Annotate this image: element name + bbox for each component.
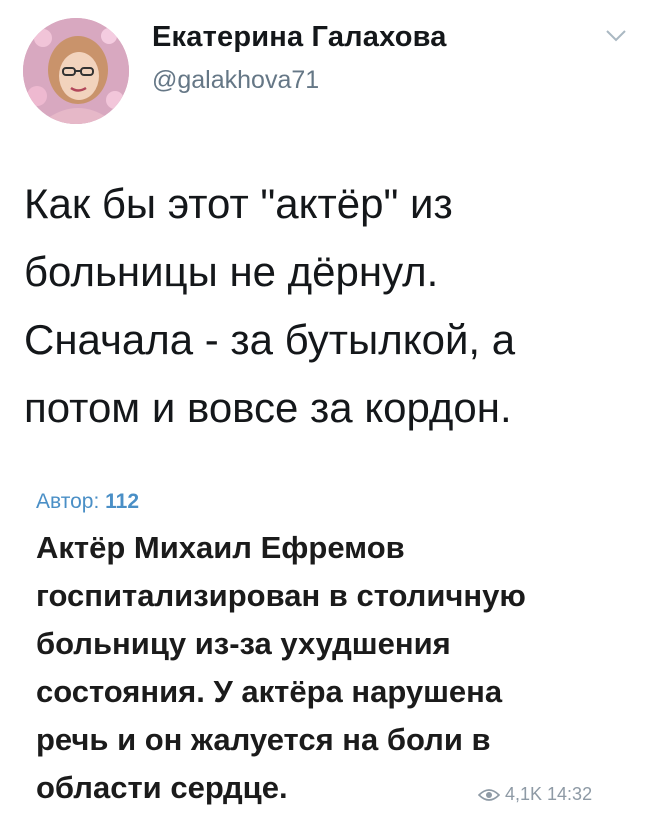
tweet-text-line: больницы не дёрнул. [24, 248, 439, 295]
tweet-text-line: потом и вовсе за кордон. [24, 384, 512, 431]
tweet-text-line: Сначала - за бутылкой, а [24, 316, 516, 363]
avatar[interactable] [23, 18, 129, 124]
quoted-post-line: Актёр Михаил Ефремов [36, 530, 405, 565]
quoted-post-line: госпитализирован в столичную [36, 578, 526, 613]
quoted-post-line: речь и он жалуется на боли в [36, 722, 491, 757]
quoted-post-author-value: 112 [105, 490, 140, 513]
quoted-post-body: Актёр Михаил Ефремов госпитализирован в … [36, 524, 636, 812]
display-name[interactable]: Екатерина Галахова [152, 21, 447, 54]
quoted-post-line: больницу из-за ухудшения [36, 626, 451, 661]
quoted-post-line: состояния. У актёра нарушена [36, 674, 503, 709]
chevron-down-icon[interactable] [604, 28, 628, 44]
quoted-post-meta: 4,1K 14:32 [478, 784, 592, 805]
view-count: 4,1K [505, 784, 543, 804]
quoted-post-author-label: Автор: [36, 490, 100, 513]
eye-icon [478, 788, 500, 802]
tweet-text-line: Как бы этот "актёр" из [24, 180, 453, 227]
quoted-post-author: Автор: 112 [36, 490, 139, 514]
user-handle[interactable]: @galakhova71 [152, 66, 319, 95]
post-time: 14:32 [547, 784, 593, 804]
tweet-text: Как бы этот "актёр" из больницы не дёрну… [24, 170, 634, 442]
